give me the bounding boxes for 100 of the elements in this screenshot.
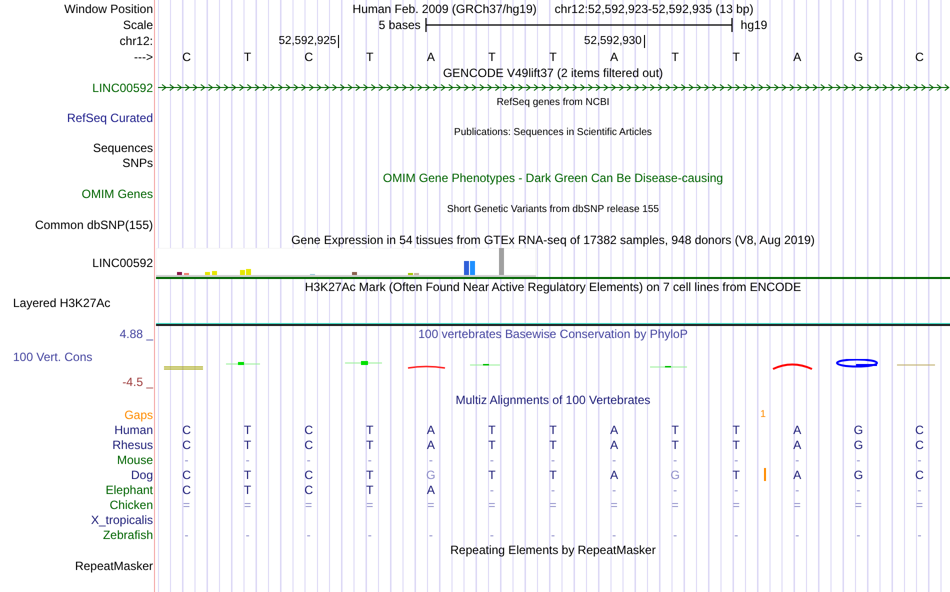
aligned-base: A xyxy=(610,422,618,436)
base-letter: T xyxy=(732,50,740,64)
aligned-base: - xyxy=(490,482,494,496)
track-title: RefSeq genes from NCBI xyxy=(496,97,610,108)
aligned-base: T xyxy=(549,422,557,436)
aligned-base: - xyxy=(795,452,800,466)
track-label: LINC00592 xyxy=(92,256,153,270)
base-letter: A xyxy=(793,50,802,64)
aligned-base: - xyxy=(246,528,250,542)
aligned-base: = xyxy=(183,498,190,512)
track-title: Gene Expression in 54 tissues from GTEx RNA-seq of 17382 samples, 948 donors (V8, Aug 2019) xyxy=(291,233,815,247)
aligned-base: G xyxy=(854,438,864,452)
track-label: 100 Vert. Cons xyxy=(13,350,92,364)
aligned-base: = xyxy=(305,498,312,512)
aligned-base: T xyxy=(549,468,557,482)
aligned-base: C xyxy=(304,422,314,436)
aligned-base: C xyxy=(304,468,314,482)
aligned-base: - xyxy=(550,452,555,466)
aligned-base: T xyxy=(488,438,496,452)
aligned-base: T xyxy=(366,482,374,496)
assembly-label: hg19 xyxy=(740,18,768,32)
track-title: GENCODE V49lift37 (2 items filtered out) xyxy=(442,66,664,80)
aligned-base: T xyxy=(732,422,740,436)
aligned-base: C xyxy=(915,468,924,482)
aligned-base: - xyxy=(428,528,433,542)
track-label: Window Position xyxy=(64,2,153,16)
aligned-base: T xyxy=(366,468,374,482)
aligned-base: = xyxy=(854,498,862,512)
aligned-base: C xyxy=(182,438,191,452)
aligned-base: - xyxy=(612,528,616,542)
track-label: chr12: xyxy=(120,34,153,48)
aligned-base: C xyxy=(304,438,314,452)
aligned-base: = xyxy=(549,498,556,512)
aligned-base: - xyxy=(184,528,189,542)
species-label: Zebrafish xyxy=(102,528,153,542)
aligned-base: = xyxy=(610,498,618,512)
gap-count: 1 xyxy=(760,409,766,420)
aligned-base: C xyxy=(915,422,924,436)
aligned-base: - xyxy=(795,528,800,542)
aligned-base: - xyxy=(673,452,678,466)
track-label: Sequences xyxy=(92,140,153,154)
aligned-base: T xyxy=(732,438,740,452)
base-letter: T xyxy=(549,50,557,64)
aligned-base: A xyxy=(610,438,618,452)
aligned-base: - xyxy=(612,482,616,496)
aligned-base: - xyxy=(734,528,738,542)
coordinate-tick: 52,592,925 xyxy=(278,34,340,48)
track-title: Multiz Alignments of 100 Vertebrates xyxy=(456,393,650,407)
aligned-base: - xyxy=(490,528,494,542)
aligned-base: A xyxy=(793,468,802,482)
aligned-base: = xyxy=(732,498,740,512)
aligned-base: G xyxy=(854,422,864,436)
aligned-base: - xyxy=(368,528,372,542)
track-title: 100 vertebrates Basewise Conservation by PhyloP xyxy=(418,327,688,341)
aligned-base: T xyxy=(366,438,374,452)
species-label: Human xyxy=(114,422,153,436)
aligned-base: - xyxy=(612,452,616,466)
track-label: OMIM Genes xyxy=(82,187,153,201)
coordinate-tick: 52,592,930 xyxy=(584,34,645,48)
species-label: Rhesus xyxy=(112,438,153,452)
strand-label: ---> xyxy=(134,50,153,64)
aligned-base: = xyxy=(427,498,434,512)
aligned-base: T xyxy=(488,422,496,436)
aligned-base: T xyxy=(671,438,679,452)
track-title: Repeating Elements by RepeatMasker xyxy=(450,543,656,557)
aligned-base: C xyxy=(182,468,191,482)
base-letter: C xyxy=(915,50,924,64)
aligned-base: T xyxy=(244,438,252,452)
track-label: RefSeq Curated xyxy=(66,110,153,124)
aligned-base: - xyxy=(428,452,433,466)
track-label: RepeatMasker xyxy=(74,559,153,573)
base-letter: T xyxy=(244,50,252,64)
aligned-base: A xyxy=(426,438,435,452)
position-text: chr12:52,592,923-52,592,935 (13 bp) xyxy=(554,2,754,16)
aligned-base: T xyxy=(244,468,252,482)
species-label: Mouse xyxy=(116,452,153,466)
track-title: Short Genetic Variants from dbSNP release 155 xyxy=(447,204,659,215)
aligned-base: T xyxy=(244,482,252,496)
aligned-base: - xyxy=(917,452,922,466)
axis-max-label: 4.88 _ xyxy=(120,327,153,341)
base-letter: T xyxy=(488,50,496,64)
species-label: X_tropicalis xyxy=(90,512,153,526)
species-label: Dog xyxy=(130,468,153,482)
aligned-base: A xyxy=(610,468,618,482)
aligned-base: T xyxy=(488,468,496,482)
aligned-base: A xyxy=(793,438,802,452)
aligned-base: T xyxy=(244,422,252,436)
aligned-base: C xyxy=(182,422,191,436)
aligned-base: - xyxy=(306,452,311,466)
track-title: Publications: Sequences in Scientific Articles xyxy=(454,127,652,138)
track-label: Layered H3K27Ac xyxy=(13,296,110,310)
aligned-base: C xyxy=(182,482,191,496)
base-letter: T xyxy=(671,50,679,64)
aligned-base: - xyxy=(917,482,922,496)
aligned-base: A xyxy=(426,482,435,496)
aligned-base: - xyxy=(368,452,372,466)
aligned-base: G xyxy=(854,468,864,482)
aligned-base: - xyxy=(550,482,555,496)
aligned-base: - xyxy=(306,528,311,542)
base-letter: C xyxy=(182,50,191,64)
